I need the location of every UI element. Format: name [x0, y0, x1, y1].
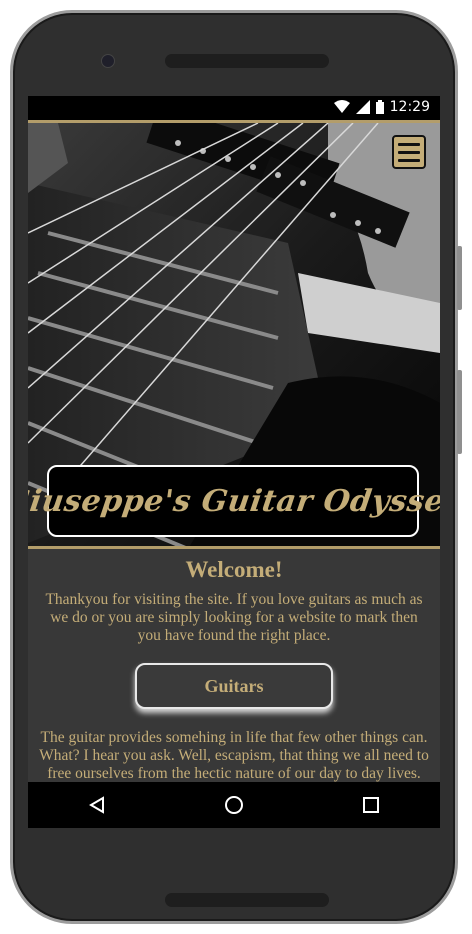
wifi-icon	[333, 100, 350, 113]
volume-button	[457, 246, 462, 310]
intro-paragraph: Thankyou for visiting the site. If you l…	[45, 591, 423, 644]
battery-icon	[375, 100, 384, 114]
main-content: Welcome! Thankyou for visiting the site.…	[28, 546, 440, 782]
home-icon[interactable]	[214, 785, 254, 825]
status-time: 12:29	[389, 99, 430, 115]
site-title-banner: Giuseppe's Guitar Odyssey	[28, 465, 440, 537]
back-icon[interactable]	[77, 785, 117, 825]
body-paragraph: The guitar provides somehing in life tha…	[39, 729, 429, 782]
hero-image-section: Giuseppe's Guitar Odyssey	[28, 120, 440, 546]
power-button	[457, 370, 462, 454]
welcome-heading: Welcome!	[185, 557, 283, 582]
bottom-speaker	[165, 893, 329, 907]
front-camera	[101, 54, 115, 68]
device-screen: 12:29 Giuseppe's Guitar Odyssey Welcome!…	[28, 96, 440, 828]
earpiece-speaker	[165, 54, 329, 68]
hamburger-menu-icon[interactable]	[392, 135, 426, 169]
recents-icon[interactable]	[351, 785, 391, 825]
guitars-button[interactable]: Guitars	[135, 663, 333, 709]
site-title: Giuseppe's Guitar Odyssey	[28, 483, 440, 519]
signal-icon	[355, 100, 370, 114]
android-nav-bar	[28, 782, 440, 828]
status-bar: 12:29	[28, 96, 440, 120]
